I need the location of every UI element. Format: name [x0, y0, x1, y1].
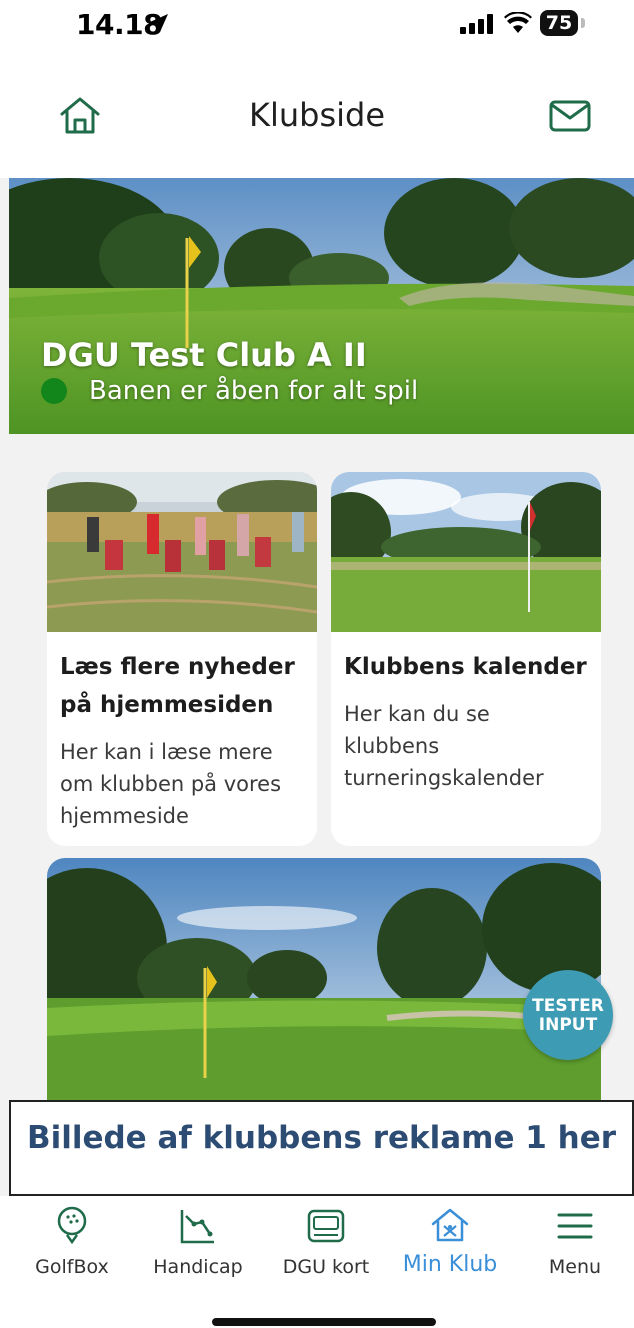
- tab-menu[interactable]: Menu: [520, 1206, 630, 1278]
- bottom-tab-bar: GolfBox Handicap DGU kort Min Klub Menu: [0, 1196, 634, 1328]
- battery-tip: [581, 18, 585, 28]
- tab-label: Handicap: [153, 1256, 243, 1278]
- hamburger-icon: [557, 1213, 593, 1239]
- golf-ball-icon: [57, 1206, 87, 1245]
- tab-label: GolfBox: [35, 1256, 109, 1278]
- tester-input-button[interactable]: TESTER INPUT: [523, 970, 613, 1060]
- golfers-walking-image: [47, 472, 317, 632]
- wifi-icon: [504, 12, 532, 33]
- club-name: DGU Test Club A II: [41, 336, 367, 374]
- card-description: Her kan i læse mere om klubben på vores …: [60, 740, 282, 828]
- mail-icon[interactable]: [548, 98, 592, 134]
- cellular-signal-icon: [460, 14, 493, 34]
- tester-label-line2: INPUT: [538, 1015, 598, 1035]
- tab-label: Min Klub: [402, 1252, 498, 1277]
- club-hero-banner: DGU Test Club A II Banen er åben for alt…: [9, 178, 634, 434]
- app-header: Klubside: [0, 52, 634, 178]
- club-house-icon: [431, 1208, 469, 1242]
- handicap-chart-icon: [180, 1210, 214, 1244]
- calendar-card[interactable]: Klubbens kalender Her kan du se klubbens…: [331, 472, 601, 846]
- news-card[interactable]: Læs flere nyheder på hjemmesiden Her kan…: [47, 472, 317, 846]
- home-indicator: [212, 1318, 436, 1326]
- card-description: Her kan du se klubbens turneringskalende…: [344, 702, 544, 790]
- tester-label-line1: TESTER: [532, 996, 604, 1016]
- ad-banner-text: Billede af klubbens reklame 1 her: [26, 1120, 617, 1156]
- ad-banner[interactable]: Billede af klubbens reklame 1 her: [9, 1100, 634, 1196]
- page-title: Klubside: [248, 96, 386, 134]
- golf-green-flag-image: [331, 472, 601, 632]
- status-bar: 14.18 75: [0, 0, 634, 52]
- tab-handicap[interactable]: Handicap: [143, 1206, 253, 1278]
- course-status-indicator: [41, 378, 67, 404]
- tab-golfbox[interactable]: GolfBox: [17, 1206, 127, 1278]
- card-icon: [307, 1209, 345, 1243]
- tab-dgu-kort[interactable]: DGU kort: [271, 1206, 381, 1278]
- course-image-card[interactable]: [47, 858, 601, 1108]
- course-status-text: Banen er åben for alt spil: [89, 376, 419, 406]
- location-arrow-icon: [150, 14, 168, 32]
- tab-min-klub[interactable]: Min Klub: [395, 1206, 505, 1277]
- battery-indicator: 75: [540, 10, 578, 36]
- card-title: Læs flere nyheder på hjemmesiden: [60, 654, 295, 718]
- golf-course-image: [47, 858, 601, 1108]
- tab-label: DGU kort: [282, 1256, 370, 1278]
- card-title: Klubbens kalender: [344, 654, 587, 680]
- tab-label: Menu: [548, 1256, 602, 1278]
